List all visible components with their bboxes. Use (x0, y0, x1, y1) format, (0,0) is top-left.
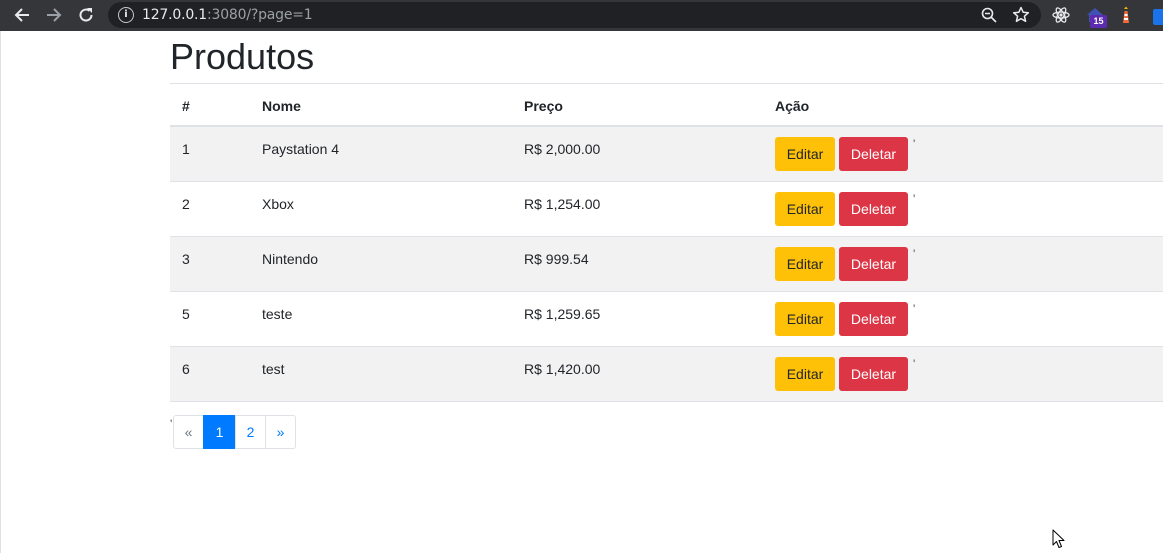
back-arrow-icon (14, 8, 29, 22)
url-host: 127.0.0.1 (142, 7, 207, 23)
header-nome: Nome (262, 98, 301, 114)
table-row: 1 Paystation 4 R$ 2,000.00 Editar Deleta… (170, 127, 1163, 182)
header-id: # (182, 98, 190, 114)
reload-button[interactable] (73, 3, 99, 27)
row-preco: R$ 1,254.00 (524, 196, 601, 212)
table-row: 5 teste R$ 1,259.65 Editar Deletar ' (170, 292, 1163, 347)
stray-quote: ' (913, 247, 916, 261)
forward-button[interactable] (41, 3, 67, 27)
row-preco: R$ 999.54 (524, 251, 589, 267)
products-table: # Nome Preço Ação 1 Paystation 4 R$ 2,00… (170, 83, 1163, 402)
forward-arrow-icon (47, 8, 62, 22)
zoom-icon[interactable] (980, 6, 998, 24)
header-acao: Ação (775, 98, 810, 114)
row-preco: R$ 2,000.00 (524, 141, 601, 157)
stray-quote: ' (913, 302, 916, 316)
stray-quote: ' (913, 137, 916, 151)
row-id: 6 (182, 361, 190, 377)
url-path: :3080/?page=1 (207, 7, 313, 23)
table-header: # Nome Preço Ação (170, 84, 1163, 127)
row-nome: test (262, 361, 285, 377)
pagination-page-1[interactable]: 1 (203, 415, 236, 449)
extension-lighthouse-icon[interactable] (1116, 5, 1136, 25)
row-id: 3 (182, 251, 190, 267)
delete-button[interactable]: Deletar (839, 357, 908, 391)
row-preco: R$ 1,259.65 (524, 306, 601, 322)
pagination-next[interactable]: » (265, 415, 296, 449)
row-id: 2 (182, 196, 190, 212)
reload-icon (79, 8, 93, 22)
stray-quote: ' (913, 357, 916, 371)
pagination-page-2[interactable]: 2 (235, 415, 266, 449)
edit-button[interactable]: Editar (775, 192, 835, 226)
pagination: « 1 2 » (173, 415, 296, 449)
table-row: 6 test R$ 1,420.00 Editar Deletar ' (170, 347, 1163, 402)
header-preco: Preço (524, 98, 563, 114)
edit-button[interactable]: Editar (775, 357, 835, 391)
edit-button[interactable]: Editar (775, 247, 835, 281)
row-nome: Paystation 4 (262, 141, 340, 157)
delete-button[interactable]: Deletar (839, 302, 908, 336)
table-row: 2 Xbox R$ 1,254.00 Editar Deletar ' (170, 182, 1163, 237)
row-preco: R$ 1,420.00 (524, 361, 601, 377)
edit-button[interactable]: Editar (775, 302, 835, 336)
address-bar[interactable]: i 127.0.0.1:3080/?page=1 (108, 2, 1041, 28)
row-id: 5 (182, 306, 190, 322)
page-edge (0, 31, 1, 553)
back-button[interactable] (9, 3, 35, 27)
react-devtools-icon[interactable] (1051, 5, 1071, 25)
bookmark-star-icon[interactable] (1012, 6, 1030, 24)
delete-button[interactable]: Deletar (839, 137, 908, 171)
pagination-previous[interactable]: « (173, 415, 204, 449)
stray-quote: ' (170, 417, 173, 431)
row-nome: teste (262, 306, 293, 322)
mouse-cursor-icon (1052, 529, 1065, 548)
url-text[interactable]: 127.0.0.1:3080/?page=1 (142, 7, 313, 23)
extension-edge-icon[interactable] (1153, 9, 1163, 25)
row-nome: Xbox (262, 196, 294, 212)
edit-button[interactable]: Editar (775, 137, 835, 171)
delete-button[interactable]: Deletar (839, 192, 908, 226)
stray-quote: ' (913, 192, 916, 206)
browser-toolbar: i 127.0.0.1:3080/?page=1 15 (0, 0, 1163, 31)
delete-button[interactable]: Deletar (839, 247, 908, 281)
table-row: 3 Nintendo R$ 999.54 Editar Deletar ' (170, 237, 1163, 292)
page-title: Produtos (170, 36, 315, 77)
row-nome: Nintendo (262, 251, 319, 267)
site-info-icon[interactable]: i (118, 7, 134, 23)
extension-badge: 15 (1090, 15, 1107, 28)
row-id: 1 (182, 141, 190, 157)
